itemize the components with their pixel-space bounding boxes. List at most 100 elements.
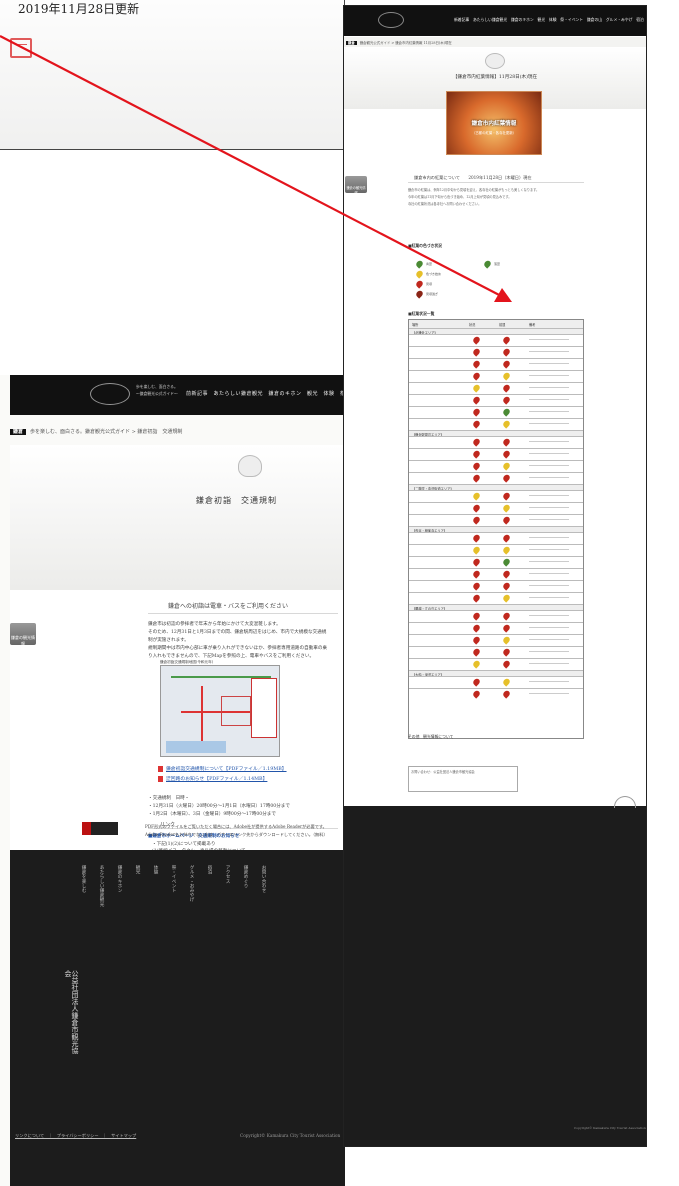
leaf-green-icon: [414, 259, 425, 269]
leaf-prev-icon: [501, 569, 512, 579]
note-line: [529, 585, 569, 586]
table-row: [409, 370, 583, 382]
leaf-prev-icon: [501, 395, 512, 405]
note-line: [529, 351, 569, 352]
page-top-icon[interactable]: [614, 796, 636, 808]
footer-col[interactable]: お問い合わせ: [260, 865, 267, 945]
table-row: [409, 610, 583, 622]
breadcrumb[interactable]: 鎌倉 鎌倉観光公式ガイド > 鎌倉市内紅葉情報 11月28日(木)現在: [344, 37, 646, 47]
adobe-reader-banner[interactable]: [82, 822, 118, 835]
leaf-status-icon: [471, 407, 482, 417]
footer-col[interactable]: アクセス: [224, 865, 231, 945]
footer-col[interactable]: 鎌倉を楽しむ: [80, 865, 87, 945]
footer-col[interactable]: 観光: [134, 865, 141, 945]
traffic-regulation-page: 歩を楽しむ、面白さる。 〜鎌倉観光公式ガイド〜 前新記事 あたらしい鎌倉観光 鎌…: [0, 375, 367, 1186]
leaf-prev-icon: [501, 557, 512, 567]
calendar-icon[interactable]: [10, 38, 32, 58]
adobe-note: PDF形式のファイルをご覧いただく場合には、Adobe社が提供するAdobe R…: [145, 824, 327, 829]
footer-col[interactable]: 宿泊: [206, 865, 213, 945]
legend-label: 見頃: [426, 282, 433, 286]
update-date: 2019年11月28日更新: [18, 2, 140, 16]
pdf-link-detour[interactable]: 迂回路のお知らせ【PDFファイル／1.14MB】: [166, 775, 267, 782]
leaf-prev-icon: [501, 623, 512, 633]
table-row: [409, 460, 583, 472]
banner-title: 鎌倉市内紅葉情報: [471, 121, 517, 127]
header-tagline: 歩を楽しむ、面白さる。: [136, 384, 178, 389]
leaf-status-icon: [471, 371, 482, 381]
table-header-cell: 場所: [412, 323, 419, 327]
schedule-item: ・1月2日（木曜日）、3日（金曜日）9時00分〜17時00分まで: [148, 812, 276, 817]
page-hero: [10, 445, 345, 590]
table-row: [409, 580, 583, 592]
site-footer: Copyright© Kamakura City Tourist Associa…: [344, 806, 646, 1146]
leaf-prev-icon: [501, 359, 512, 369]
site-logo[interactable]: [378, 12, 404, 28]
crest-icon: [238, 455, 262, 477]
footer-col[interactable]: グルメ・おみやげ: [188, 865, 195, 945]
breadcrumb-trail[interactable]: 鎌倉観光公式ガイド > 鎌倉市内紅葉情報 11月28日(木)現在: [360, 41, 452, 45]
leaf-prev-icon: [501, 419, 512, 429]
note-line: [529, 561, 569, 562]
leaf-prev-icon: [501, 383, 512, 393]
side-badge[interactable]: 鎌倉の観光情報: [10, 623, 36, 646]
leaf-status-icon: [471, 569, 482, 579]
note-line: [529, 615, 569, 616]
leaf-prev-icon: [501, 407, 512, 417]
leaf-red-icon: [414, 279, 425, 289]
footer-col[interactable]: 祭・イベント: [170, 865, 177, 945]
paragraph-line: そのため、12月31日と1月3日までの間、鎌倉駅周辺をはじめ、市内で大規模な交通…: [148, 630, 327, 635]
note-line: [529, 663, 569, 664]
site-header: 歩を楽しむ、面白さる。 〜鎌倉観光公式ガイド〜 前新記事 あたらしい鎌倉観光 鎌…: [10, 375, 367, 415]
traffic-regulation-map[interactable]: [160, 665, 280, 757]
note-line: [529, 627, 569, 628]
note-line: [529, 387, 569, 388]
section-heading: 鎌倉への初詣は電車・バスをご利用ください: [168, 603, 289, 610]
pdf-link-regulation[interactable]: 鎌倉初詣交通規制について【PDFファイル／1.19MB】: [166, 765, 287, 772]
note-line: [529, 507, 569, 508]
table-header: 場所 状況 前週 備考: [409, 320, 583, 328]
legend-label: 見頃過ぎ: [426, 292, 439, 296]
note-line: [529, 495, 569, 496]
leaf-status-icon: [471, 611, 482, 621]
global-nav[interactable]: 新着記事 あたらしい鎌倉観光 鎌倉のキホン 観光 体験 祭・イベント 鎌倉の山 …: [454, 17, 644, 23]
breadcrumb[interactable]: 鎌倉 歩を楽しむ、面白さる。鎌倉観光公式ガイド > 鎌倉初詣 交通規制: [10, 428, 182, 435]
leaf-status-icon: [471, 461, 482, 471]
footer-links[interactable]: リンクについて ｜ プライバシーポリシー ｜ サイトマップ: [15, 1133, 136, 1139]
leaf-prev-icon: [501, 677, 512, 687]
table-row: [409, 490, 583, 502]
leaf-status-icon: [471, 677, 482, 687]
paragraph-line: 鎌倉市の紅葉は、例年12月中旬から見頃を迎え、各寺社の紅葉がもっとも美しくなりま…: [408, 188, 540, 192]
banner-subtitle: （古都の紅葉・各寺社更新）: [471, 131, 517, 135]
note-line: [529, 519, 569, 520]
leaf-prev-icon: [501, 335, 512, 345]
note-line: [529, 651, 569, 652]
site-logo[interactable]: [90, 383, 130, 405]
note-line: [529, 537, 569, 538]
leaf-status-icon: [471, 545, 482, 555]
pdf-icon: [158, 776, 163, 782]
table-row: [409, 646, 583, 658]
table-row: [409, 676, 583, 688]
footer-col[interactable]: 体験: [152, 865, 159, 945]
leaf-prev-icon: [501, 515, 512, 525]
copyright: Copyright© Kamakura City Tourist Associa…: [574, 1126, 646, 1130]
footer-col[interactable]: 鎌倉めぐり: [242, 865, 249, 945]
note-line: [529, 681, 569, 682]
table-header-cell: 状況: [469, 323, 476, 327]
leaf-prev-icon: [501, 503, 512, 513]
adobe-note: Adobe Readerをお持ちでない方は、バナーのリンク先からダウンロードして…: [145, 832, 328, 837]
paragraph-line: 寺社の紅葉状況は各寺社へお問い合わせください。: [408, 202, 482, 206]
table-header-cell: 前週: [499, 323, 506, 327]
side-badge[interactable]: 鎌倉の観光情報: [345, 176, 367, 195]
global-nav[interactable]: 前新記事 あたらしい鎌倉観光 鎌倉のキホン 観光 体験 祭・イベン: [186, 390, 368, 397]
leaf-status-icon: [471, 557, 482, 567]
breadcrumb-trail[interactable]: 歩を楽しむ、面白さる。鎌倉観光公式ガイド > 鎌倉初詣 交通規制: [30, 429, 182, 435]
city-item: ・下記(1)(2)について掲載あり: [152, 842, 216, 847]
footer-col[interactable]: あたらしい鎌倉観光: [98, 865, 105, 945]
table-row: [409, 592, 583, 604]
leaf-yellow-icon: [414, 269, 425, 279]
leaf-dark-icon: [414, 289, 425, 299]
table-row: [409, 406, 583, 418]
footer-col[interactable]: 鎌倉のキホン: [116, 865, 123, 945]
legend-heading: ■紅葉の色づき状況: [408, 243, 442, 248]
